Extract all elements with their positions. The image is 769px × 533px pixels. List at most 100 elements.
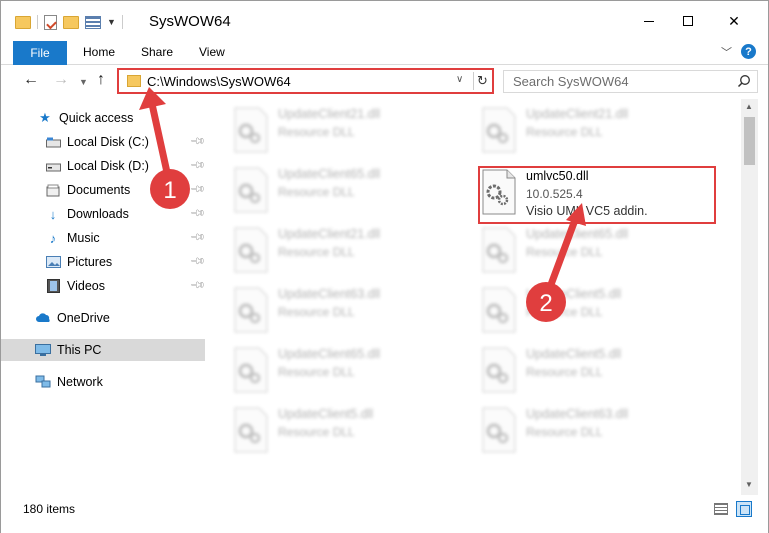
new-folder-icon[interactable] [63, 15, 79, 29]
file-name: UpdateClient21.dll [526, 107, 629, 121]
dll-file-icon [482, 107, 516, 153]
file-name: UpdateClient21.dll [278, 107, 381, 121]
file-name: UpdateClient65.dll [278, 167, 381, 181]
sidebar-item-videos[interactable]: Videos 📌︎ [1, 275, 206, 297]
tab-file[interactable]: File [13, 41, 67, 65]
window-title: SysWOW64 [149, 13, 231, 30]
address-path[interactable]: C:\Windows\SysWOW64 [147, 74, 291, 89]
pictures-icon [45, 254, 61, 270]
sidebar-item-network[interactable]: Network [1, 371, 205, 393]
file-item[interactable]: UpdateClient65.dll Resource DLL [233, 345, 463, 401]
file-name: UpdateClient65.dll [278, 347, 381, 361]
file-item[interactable]: UpdateClient21.dll Resource DLL [233, 225, 463, 281]
dll-file-icon [482, 407, 516, 453]
sidebar-item-label: Music [67, 231, 100, 245]
star-icon: ★ [39, 110, 51, 125]
file-type: Resource DLL [526, 305, 603, 319]
pin-icon[interactable]: 📌︎ [189, 229, 206, 246]
sidebar-item-label: Downloads [67, 207, 129, 221]
scroll-down-icon[interactable]: ▼ [745, 480, 753, 489]
tab-view[interactable]: View [199, 45, 225, 59]
sidebar-item-local-disk-d[interactable]: Local Disk (D:) 📌︎ [1, 155, 206, 177]
customize-toolbar-icon[interactable]: ▼ [107, 17, 116, 27]
file-type: Resource DLL [278, 245, 355, 259]
address-row: ← → ▼ ↑ C:\Windows\SysWOW64 ∨ ↻ [1, 65, 768, 99]
sidebar-item-pictures[interactable]: Pictures 📌︎ [1, 251, 206, 273]
file-type: Resource DLL [278, 425, 355, 439]
scroll-up-icon[interactable]: ▲ [745, 102, 753, 111]
file-type: Resource DLL [526, 125, 603, 139]
network-icon [35, 374, 51, 390]
details-view-icon[interactable] [714, 503, 728, 515]
forward-arrow-icon[interactable]: → [53, 71, 69, 89]
scroll-thumb[interactable] [744, 117, 755, 165]
file-type: Resource DLL [278, 185, 355, 199]
file-type: Resource DLL [526, 245, 603, 259]
dll-file-icon [234, 347, 268, 393]
file-item[interactable]: UpdateClient63.dll Resource DLL [233, 285, 463, 341]
maximize-button[interactable] [665, 1, 711, 41]
file-type: Resource DLL [278, 305, 355, 319]
quick-access-toolbar: ▼ [15, 11, 123, 33]
file-type: Resource DLL [526, 425, 603, 439]
file-item[interactable]: UpdateClient5.dll Resource DLL [481, 345, 711, 401]
close-button[interactable]: ✕ [711, 1, 757, 41]
dll-file-icon [234, 167, 268, 213]
recent-locations-icon[interactable]: ▼ [79, 77, 88, 87]
tab-share[interactable]: Share [141, 45, 173, 59]
sidebar-item-documents[interactable]: Documents 📌︎ [1, 179, 206, 201]
expand-ribbon-icon[interactable]: ﹀ [721, 44, 732, 60]
folder-icon [127, 75, 141, 87]
folder-icon[interactable] [15, 15, 31, 29]
up-arrow-icon[interactable]: ↑ [97, 71, 105, 89]
chevron-down-icon[interactable]: ∨ [456, 74, 463, 85]
file-item[interactable]: UpdateClient21.dll Resource DLL [233, 105, 463, 161]
sidebar-item-label: Documents [67, 183, 131, 197]
explorer-window: ▼ SysWOW64 ✕ File Home Share View ﹀ ? ← … [0, 0, 769, 533]
file-item[interactable]: UpdateClient63.dll Resource DLL [481, 405, 711, 461]
toolbar-separator [121, 15, 123, 29]
file-item[interactable]: UpdateClient65.dll Resource DLL [481, 225, 711, 281]
sidebar-item-music[interactable]: ♪ Music 📌︎ [1, 227, 206, 249]
tab-home[interactable]: Home [83, 45, 115, 59]
dll-file-icon [482, 347, 516, 393]
file-item[interactable]: UpdateClient5.dll Resource DLL [481, 285, 711, 341]
pin-icon[interactable]: 📌︎ [189, 205, 206, 222]
refresh-icon[interactable]: ↻ [473, 72, 491, 90]
file-list: UpdateClient21.dll Resource DLL UpdateCl… [207, 99, 741, 495]
search-icon[interactable] [737, 74, 751, 88]
pin-icon[interactable]: 📌︎ [189, 157, 206, 174]
address-bar[interactable]: C:\Windows\SysWOW64 ∨ ↻ [117, 68, 494, 94]
pin-icon[interactable]: 📌︎ [189, 253, 206, 270]
sidebar-item-quick-access[interactable]: ★ Quick access [1, 107, 205, 129]
dll-file-icon [234, 287, 268, 333]
videos-icon [45, 278, 61, 294]
search-input[interactable] [504, 71, 724, 92]
ribbon-tabs: File Home Share View ﹀ ? [1, 41, 768, 65]
sidebar-item-downloads[interactable]: ↓ Downloads 📌︎ [1, 203, 206, 225]
file-name: UpdateClient21.dll [278, 227, 381, 241]
back-arrow-icon[interactable]: ← [23, 71, 39, 89]
file-item[interactable]: UpdateClient5.dll Resource DLL [233, 405, 463, 461]
view-options-icon[interactable] [85, 15, 101, 29]
cloud-icon [35, 310, 51, 326]
sidebar-item-this-pc[interactable]: This PC [1, 339, 205, 361]
sidebar-item-local-disk-c[interactable]: Local Disk (C:) 📌︎ [1, 131, 206, 153]
music-icon: ♪ [49, 230, 57, 246]
pin-icon[interactable]: 📌︎ [189, 181, 206, 198]
pin-icon[interactable]: 📌︎ [189, 133, 206, 150]
vertical-scrollbar[interactable]: ▲ ▼ [741, 99, 758, 495]
drive-icon [45, 158, 61, 174]
dll-file-icon [234, 227, 268, 273]
file-name: UpdateClient5.dll [278, 407, 374, 421]
sidebar-item-onedrive[interactable]: OneDrive [1, 307, 205, 329]
file-item[interactable]: UpdateClient65.dll Resource DLL [233, 165, 463, 221]
file-item[interactable]: UpdateClient21.dll Resource DLL [481, 105, 711, 161]
search-box[interactable] [503, 70, 758, 93]
help-icon[interactable]: ? [741, 44, 756, 59]
pin-icon[interactable]: 📌︎ [189, 277, 206, 294]
properties-icon[interactable] [44, 14, 57, 30]
sidebar-item-label: Network [57, 375, 103, 389]
sidebar-item-label: This PC [57, 343, 102, 357]
large-icons-view-icon[interactable] [736, 501, 752, 517]
